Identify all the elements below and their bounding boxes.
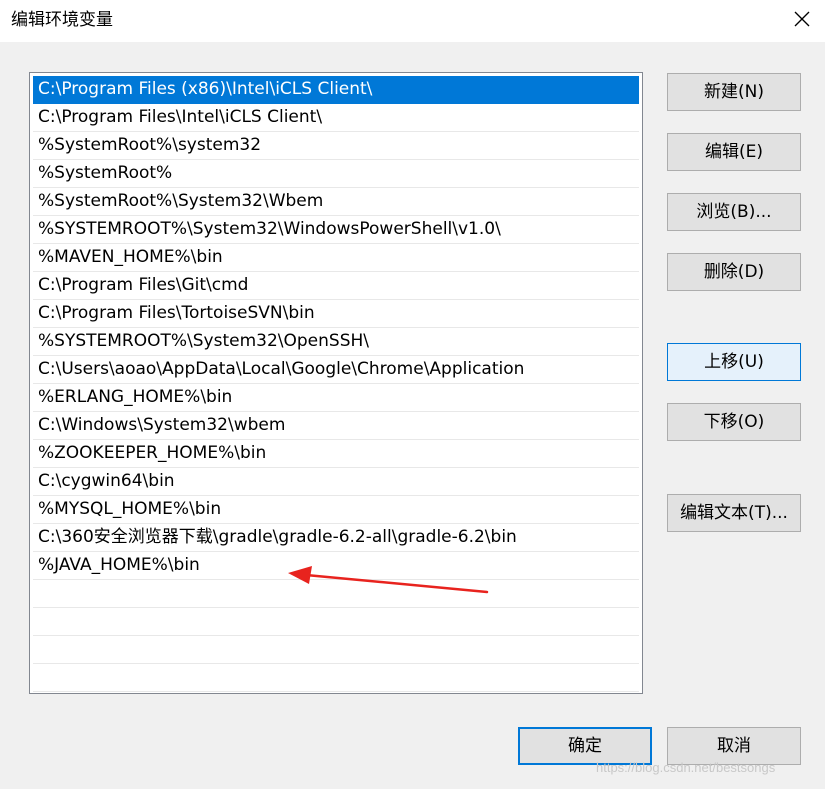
close-button[interactable] bbox=[779, 0, 825, 38]
list-item[interactable]: C:\Program Files\TortoiseSVN\bin bbox=[33, 300, 639, 328]
list-item[interactable]: %ZOOKEEPER_HOME%\bin bbox=[33, 440, 639, 468]
delete-button[interactable]: 删除(D) bbox=[667, 253, 801, 291]
list-item[interactable]: %SystemRoot%\System32\Wbem bbox=[33, 188, 639, 216]
edit-text-button[interactable]: 编辑文本(T)... bbox=[667, 494, 801, 532]
browse-button[interactable]: 浏览(B)... bbox=[667, 193, 801, 231]
close-icon bbox=[794, 11, 810, 27]
list-item-empty[interactable] bbox=[33, 664, 639, 692]
list-item[interactable]: C:\360安全浏览器下载\gradle\gradle-6.2-all\grad… bbox=[33, 524, 639, 552]
list-item[interactable]: %SYSTEMROOT%\System32\OpenSSH\ bbox=[33, 328, 639, 356]
list-item[interactable]: C:\Users\aoao\AppData\Local\Google\Chrom… bbox=[33, 356, 639, 384]
list-item-empty[interactable] bbox=[33, 580, 639, 608]
list-item-empty[interactable] bbox=[33, 636, 639, 664]
list-item[interactable]: %MYSQL_HOME%\bin bbox=[33, 496, 639, 524]
list-item[interactable]: %SYSTEMROOT%\System32\WindowsPowerShell\… bbox=[33, 216, 639, 244]
move-down-button[interactable]: 下移(O) bbox=[667, 403, 801, 441]
title-bar: 编辑环境变量 bbox=[0, 0, 825, 42]
list-item[interactable]: %ERLANG_HOME%\bin bbox=[33, 384, 639, 412]
list-item[interactable]: %SystemRoot% bbox=[33, 160, 639, 188]
list-item[interactable]: C:\Program Files\Git\cmd bbox=[33, 272, 639, 300]
list-item[interactable]: C:\Windows\System32\wbem bbox=[33, 412, 639, 440]
list-item[interactable]: C:\Program Files\Intel\iCLS Client\ bbox=[33, 104, 639, 132]
list-item[interactable]: C:\Program Files (x86)\Intel\iCLS Client… bbox=[33, 76, 639, 104]
list-item[interactable]: %JAVA_HOME%\bin bbox=[33, 552, 639, 580]
list-item[interactable]: %SystemRoot%\system32 bbox=[33, 132, 639, 160]
list-item-empty[interactable] bbox=[33, 608, 639, 636]
window-title: 编辑环境变量 bbox=[11, 10, 113, 30]
list-item[interactable]: C:\cygwin64\bin bbox=[33, 468, 639, 496]
watermark: https://blog.csdn.net/bestsongs bbox=[596, 760, 776, 775]
new-button[interactable]: 新建(N) bbox=[667, 73, 801, 111]
path-list[interactable]: C:\Program Files (x86)\Intel\iCLS Client… bbox=[29, 72, 643, 694]
list-item[interactable]: %MAVEN_HOME%\bin bbox=[33, 244, 639, 272]
move-up-button[interactable]: 上移(U) bbox=[667, 343, 801, 381]
edit-button[interactable]: 编辑(E) bbox=[667, 133, 801, 171]
